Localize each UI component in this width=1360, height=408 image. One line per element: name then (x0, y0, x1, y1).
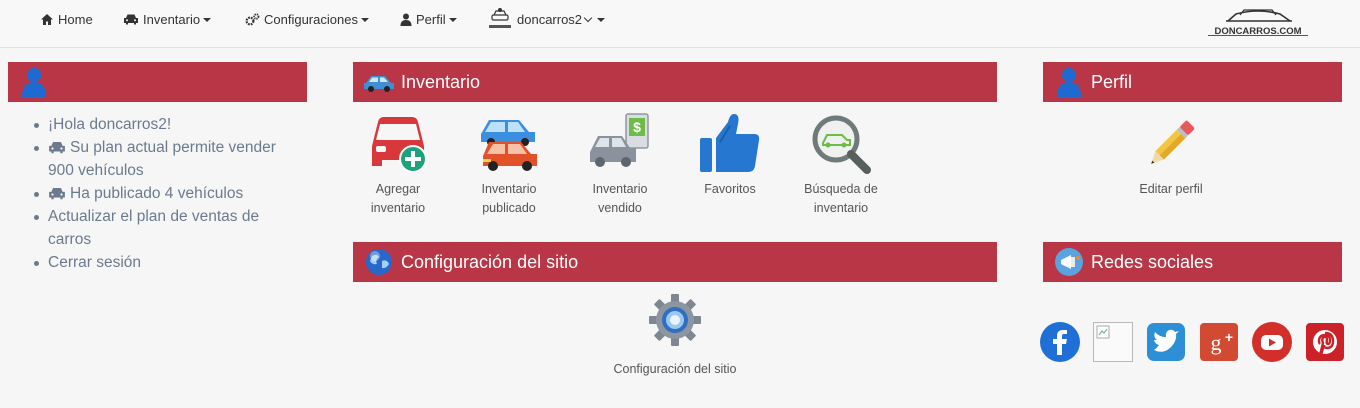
published-count-text: Ha publicado 4 vehículos (70, 185, 244, 202)
svg-text:$: $ (633, 119, 641, 135)
pinterest-icon[interactable] (1305, 322, 1345, 362)
tile-inventario-publicado[interactable]: Inventario publicado (459, 112, 559, 218)
account-panel-header (8, 62, 307, 102)
pencil-icon (1151, 120, 1195, 164)
globe-icon (363, 246, 395, 278)
tile-label: Editar perfil (1139, 182, 1203, 196)
configuracion-header: Configuración del sitio (353, 242, 997, 282)
brand-text: DONCARROS.COM (1214, 26, 1301, 36)
perfil-header: Perfil (1043, 62, 1342, 102)
car-icon (49, 187, 65, 200)
tile-label: Configuración del sitio (613, 362, 737, 376)
gears-icon (245, 12, 260, 26)
twitter-icon[interactable] (1146, 322, 1186, 362)
redes-title: Redes sociales (1091, 251, 1214, 272)
svg-text:+: + (1225, 329, 1233, 345)
tile-label: Inventario publicado (481, 182, 537, 215)
inventory-car-icon (363, 66, 395, 98)
user-icon (18, 66, 50, 98)
tile-favoritos[interactable]: Favoritos (680, 112, 780, 199)
add-car-icon (372, 117, 427, 173)
tile-label: Favoritos (704, 182, 756, 196)
chevron-down-icon (583, 13, 593, 22)
google-plus-icon[interactable]: g + (1199, 322, 1239, 362)
tile-editar-perfil[interactable]: Editar perfil (1116, 112, 1226, 199)
nav-inventario-label: Inventario (143, 11, 201, 27)
inventario-header: Inventario (353, 62, 997, 102)
svg-text:g: g (1211, 330, 1222, 355)
inventario-title: Inventario (401, 71, 481, 92)
tile-configuracion-sitio[interactable]: Configuración del sitio (600, 292, 750, 379)
brand-logo[interactable]: DONCARROS.COM (1206, 4, 1310, 36)
account-info-list: ¡Hola doncarros2! Su plan actual permite… (30, 113, 300, 274)
caret-down-icon (448, 18, 457, 22)
upgrade-plan-item[interactable]: Actualizar el plan de ventas de carros (30, 205, 300, 251)
tile-agregar-inventario[interactable]: Agregar inventario (348, 112, 448, 218)
social-megaphone-icon (1053, 246, 1085, 278)
nav-inventario[interactable]: Inventario (123, 0, 212, 38)
nav-perfil[interactable]: Perfil (400, 0, 457, 38)
thumbs-up-icon (700, 114, 760, 172)
car-icon (49, 141, 65, 154)
broken-image-icon[interactable] (1093, 322, 1133, 362)
nav-home[interactable]: Home (40, 0, 93, 38)
nav-configuraciones[interactable]: Configuraciones (245, 0, 369, 38)
tile-label: Agregar inventario (370, 182, 426, 215)
nav-configuraciones-label: Configuraciones (264, 11, 358, 27)
redes-header: Redes sociales (1043, 242, 1342, 282)
greeting-item: ¡Hola doncarros2! (30, 113, 300, 136)
caret-down-icon (597, 18, 606, 22)
configuracion-title: Configuración del sitio (401, 251, 579, 272)
nav-perfil-label: Perfil (416, 11, 446, 27)
plan-limit-text: Su plan actual permite vender 900 vehícu… (48, 139, 276, 179)
tile-label: Búsqueda de inventario (804, 182, 878, 215)
plan-limit-item: Su plan actual permite vender 900 vehícu… (30, 136, 300, 182)
nav-home-label: Home (58, 11, 93, 27)
tile-label: Inventario vendido (592, 182, 648, 215)
nav-user-menu[interactable]: doncarros2 (487, 0, 606, 38)
logout-item[interactable]: Cerrar sesión (30, 251, 300, 274)
settings-gear-icon (649, 294, 701, 346)
youtube-icon[interactable] (1252, 322, 1292, 362)
car-icon (124, 14, 138, 25)
home-icon (41, 13, 53, 25)
published-cars-icon (481, 120, 537, 171)
tile-inventario-vendido[interactable]: $ Inventario vendido (570, 112, 670, 218)
top-navbar: Home Inventario Configuraciones Perfil d… (0, 0, 1360, 48)
facebook-icon[interactable] (1040, 322, 1080, 362)
greeting-text: ¡Hola doncarros2! (48, 116, 172, 133)
sold-car-icon: $ (590, 113, 649, 167)
published-count-item: Ha publicado 4 vehículos (30, 182, 300, 205)
caret-down-icon (203, 18, 212, 22)
search-car-icon (812, 115, 871, 174)
caret-down-icon (360, 18, 369, 22)
logout-link[interactable]: Cerrar sesión (48, 254, 141, 271)
tile-busqueda-inventario[interactable]: Búsqueda de inventario (791, 112, 891, 218)
user-icon (1053, 66, 1085, 98)
user-avatar-logo (489, 8, 511, 28)
perfil-title: Perfil (1091, 71, 1133, 92)
user-icon (400, 13, 412, 26)
nav-user-label: doncarros2 (517, 11, 583, 27)
upgrade-plan-link[interactable]: Actualizar el plan de ventas de carros (48, 208, 259, 248)
